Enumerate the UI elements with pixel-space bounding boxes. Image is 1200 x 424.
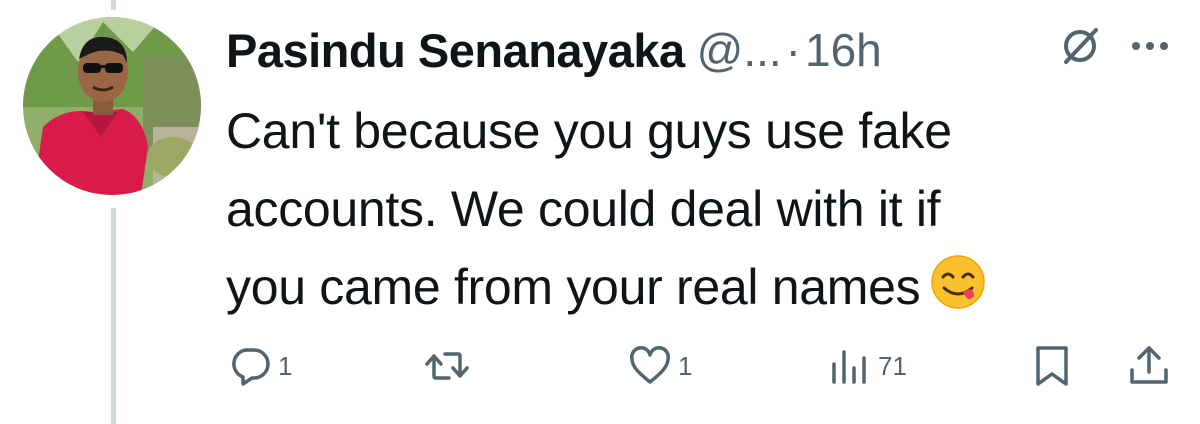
tweet-header: Pasindu Senanayaka @... · 16h (226, 18, 882, 82)
action-bar: 1 1 71 (0, 344, 1200, 394)
views-icon (832, 350, 866, 384)
tweet-text: Can't because you guys use fake accounts… (226, 92, 1176, 326)
share-button[interactable] (1127, 344, 1171, 388)
share-icon (1130, 346, 1168, 384)
grok-icon[interactable] (1058, 24, 1102, 68)
reply-button[interactable]: 1 (228, 344, 292, 388)
like-icon (630, 346, 670, 384)
avatar-photo (23, 17, 201, 195)
views-count: 71 (878, 350, 907, 381)
tweet-text-segment: you came from your real names (226, 259, 921, 315)
bookmark-icon (1036, 346, 1068, 386)
timestamp[interactable]: 16h (805, 23, 882, 77)
like-button[interactable]: 1 (628, 344, 692, 388)
reply-count: 1 (278, 350, 293, 381)
display-name[interactable]: Pasindu Senanayaka (226, 23, 685, 78)
reply-icon (232, 348, 270, 386)
face-savoring-food-emoji (931, 255, 986, 309)
more-icon[interactable] (1130, 40, 1170, 52)
views-button[interactable]: 71 (828, 344, 907, 388)
tweet-text-line: Can't because you guys use fake (226, 103, 952, 159)
retweet-icon (425, 352, 469, 380)
tweet-text-line: accounts. We could deal with it if (226, 181, 941, 237)
bookmark-button[interactable] (1030, 344, 1074, 388)
user-handle[interactable]: @... (697, 23, 782, 77)
thread-line (111, 0, 116, 10)
header-actions (1058, 24, 1170, 68)
like-count: 1 (678, 350, 693, 381)
tweet-text-line: you came from your real names (226, 248, 1176, 326)
retweet-button[interactable] (425, 344, 475, 388)
separator-dot: · (785, 24, 801, 76)
avatar[interactable] (23, 17, 201, 195)
tweet[interactable]: Pasindu Senanayaka @... · 16h Can't beca… (0, 0, 1200, 424)
